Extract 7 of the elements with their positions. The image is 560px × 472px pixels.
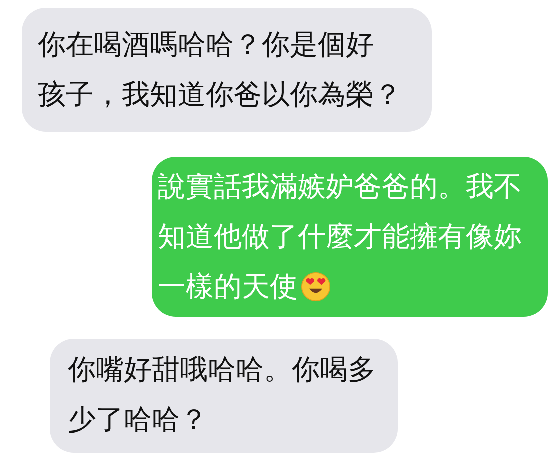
message-text: 孩子，我知道你爸以你為榮？	[38, 77, 402, 113]
message-text: 一樣的天使	[158, 269, 298, 305]
message-text: 你嘴好甜哦哈哈。你喝多	[68, 352, 376, 388]
message-text: 你在喝酒嗎哈哈？你是個好	[38, 27, 374, 63]
message-text: 說實話我滿嫉妒爸爸的。我不	[158, 169, 522, 205]
message-text: 知道他做了什麼才能擁有像妳	[158, 219, 522, 255]
message-text: 少了哈哈？	[68, 402, 208, 438]
